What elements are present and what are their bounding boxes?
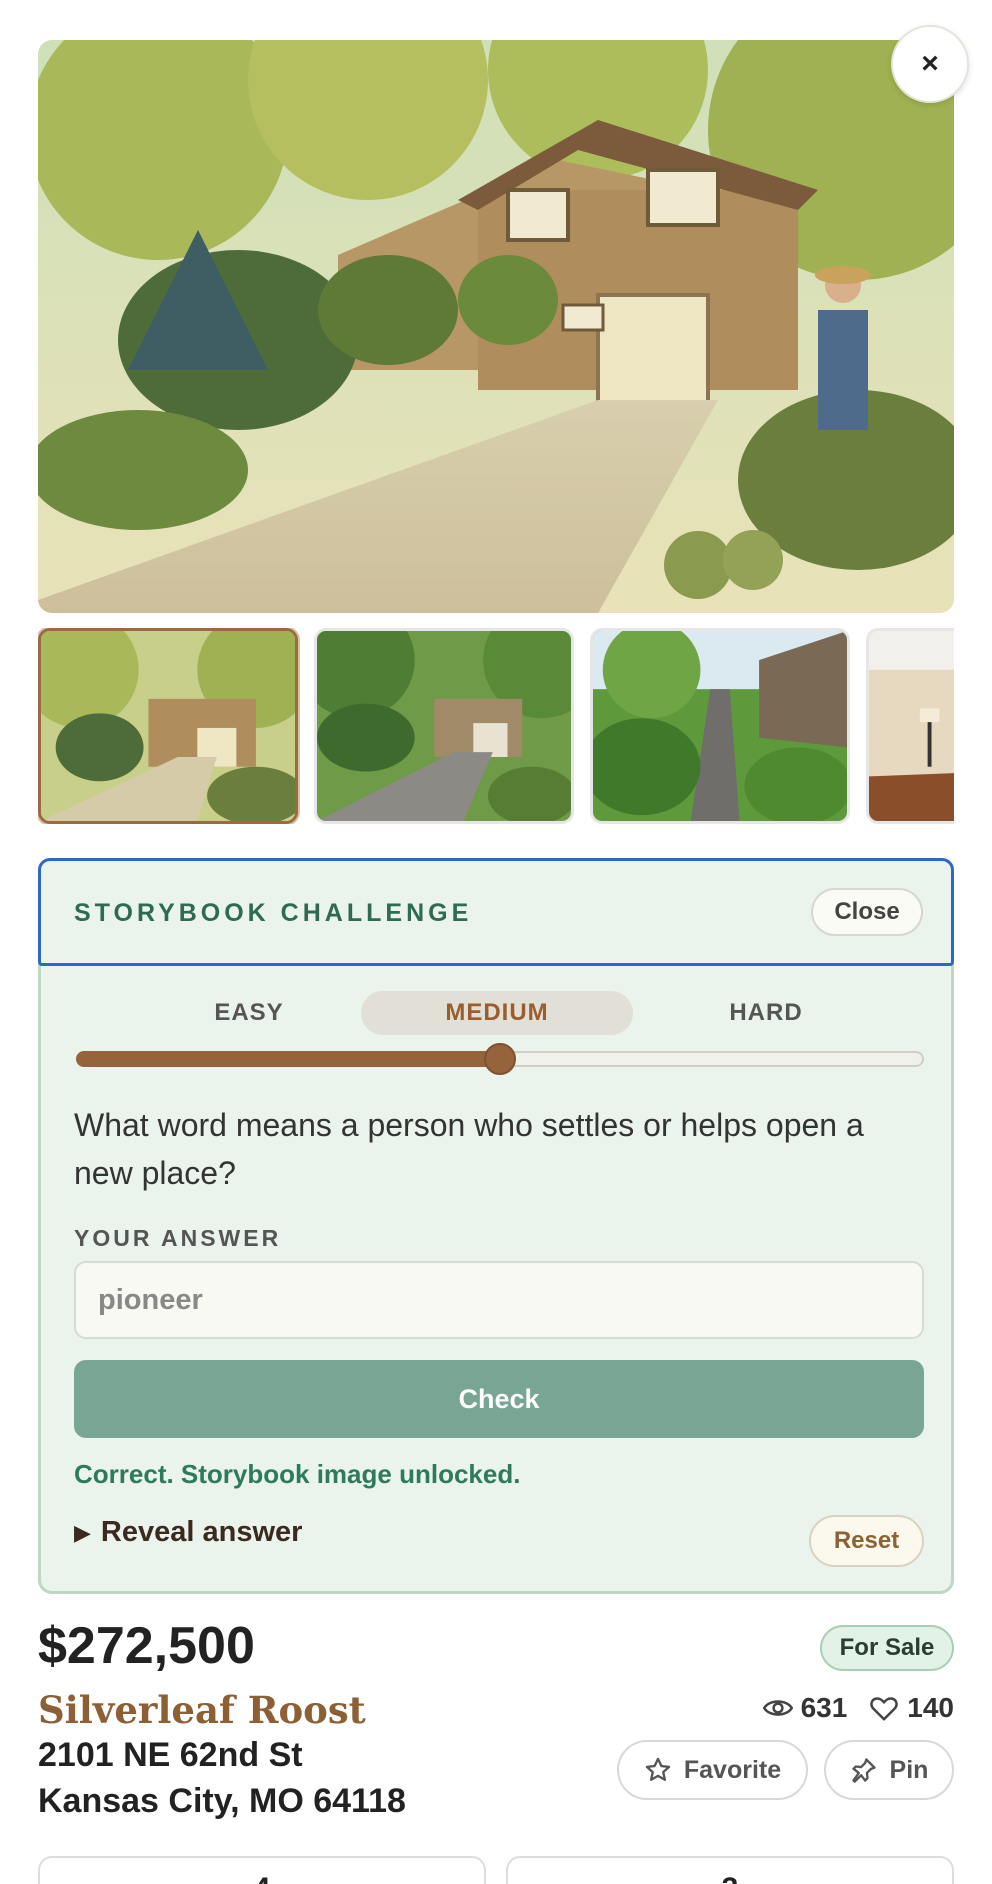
bathrooms-card: 3	[506, 1856, 954, 1884]
address-line-1: 2101 NE 62nd St	[38, 1736, 303, 1774]
close-challenge-button[interactable]: Close	[811, 888, 923, 936]
feedback-message: Correct. Storybook image unlocked.	[74, 1459, 521, 1489]
level-easy[interactable]: EASY	[175, 991, 323, 1035]
address-line-2: Kansas City, MO 64118	[38, 1782, 406, 1820]
thumbnail-interior-room[interactable]	[866, 628, 954, 824]
pin-label: Pin	[889, 1755, 929, 1784]
thumbnail-storybook-front[interactable]	[38, 628, 298, 824]
pin-button[interactable]: Pin	[824, 1740, 954, 1800]
views-stat: 631	[762, 1692, 848, 1724]
listing-price: $272,500	[38, 1617, 255, 1675]
slider-handle[interactable]	[484, 1043, 516, 1075]
difficulty-slider[interactable]	[76, 1043, 924, 1075]
level-hard[interactable]: HARD	[691, 991, 841, 1035]
hero-image	[38, 40, 954, 613]
slider-fill	[76, 1051, 500, 1067]
likes-count: 140	[907, 1692, 954, 1723]
status-badge: For Sale	[820, 1625, 954, 1671]
thumbnail-side-walkway[interactable]	[590, 628, 850, 824]
likes-stat: 140	[869, 1692, 954, 1724]
close-gallery-button[interactable]: ×	[891, 25, 969, 103]
difficulty-selector: EASY MEDIUM HARD	[41, 991, 951, 1035]
listing-name: Silverleaf Roost	[38, 1688, 366, 1732]
favorite-label: Favorite	[683, 1755, 782, 1784]
listing-stats: 631 140	[750, 1690, 954, 1726]
pushpin-icon	[851, 1758, 876, 1783]
storybook-challenge-panel: STORYBOOK CHALLENGE Close EASY MEDIUM HA…	[38, 858, 954, 1594]
disclosure-triangle-icon: ▶	[74, 1519, 91, 1545]
challenge-header[interactable]: STORYBOOK CHALLENGE Close	[38, 858, 954, 966]
reveal-answer-toggle[interactable]: ▶ Reveal answer	[74, 1516, 302, 1549]
reset-button[interactable]: Reset	[809, 1515, 924, 1567]
eye-icon	[762, 1700, 793, 1716]
reveal-answer-label: Reveal answer	[100, 1516, 303, 1548]
favorite-button[interactable]: Favorite	[617, 1740, 808, 1800]
card-value: 3	[722, 1872, 739, 1884]
challenge-question: What word means a person who settles or …	[74, 1107, 864, 1191]
thumbnail-strip[interactable]	[38, 628, 954, 824]
card-value: 4	[254, 1872, 271, 1884]
answer-input[interactable]	[74, 1261, 924, 1339]
check-button[interactable]: Check	[74, 1360, 924, 1438]
star-icon	[645, 1757, 671, 1781]
level-medium[interactable]: MEDIUM	[361, 991, 633, 1035]
bedrooms-card: 4	[38, 1856, 486, 1884]
views-count: 631	[800, 1692, 848, 1723]
challenge-title: STORYBOOK CHALLENGE	[74, 899, 473, 927]
thumbnail-front-yard-photo[interactable]	[314, 628, 574, 824]
answer-label: YOUR ANSWER	[74, 1225, 282, 1251]
heart-icon	[870, 1697, 899, 1721]
